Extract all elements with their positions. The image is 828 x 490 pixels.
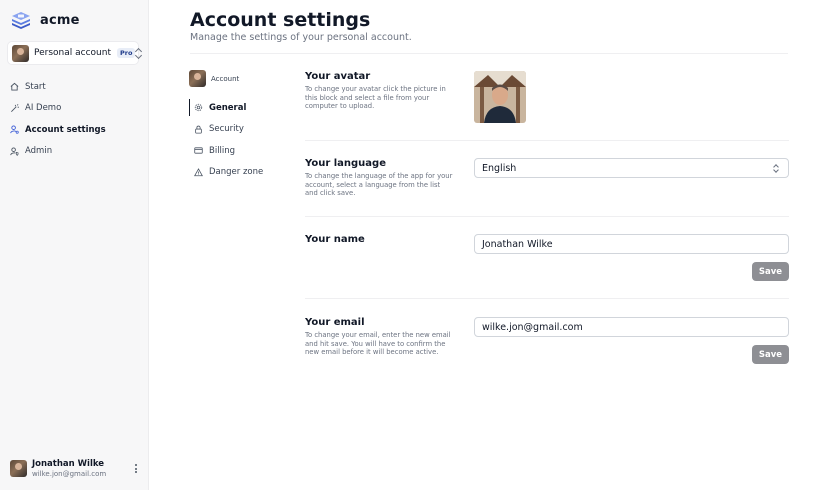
user-menu[interactable]: Jonathan Wilke wilke.jon@gmail.com <box>10 459 138 478</box>
user-shield-icon <box>10 147 19 156</box>
avatar <box>10 460 27 477</box>
account-switcher[interactable]: Personal account Pro <box>7 41 139 65</box>
plan-badge: Pro <box>116 48 136 58</box>
gear-icon <box>194 104 203 112</box>
avatar-image <box>474 71 526 123</box>
tab-label: Security <box>209 124 244 135</box>
language-select-value: English <box>482 162 517 174</box>
avatar <box>12 44 29 62</box>
section-description: To change the language of the app for yo… <box>305 172 453 197</box>
acme-logo-icon <box>12 12 30 29</box>
sidebar-item-start[interactable]: Start <box>10 76 140 98</box>
section-description: To change your email, enter the new emai… <box>305 331 451 356</box>
language-select[interactable]: English <box>474 158 789 178</box>
page-title: Account settings <box>190 9 371 31</box>
tab-billing[interactable]: Billing <box>189 140 289 162</box>
sidebar-item-label: Account settings <box>25 124 106 135</box>
main-nav: Start AI Demo Account settings Admin <box>10 76 140 162</box>
magic-wand-icon <box>11 103 19 112</box>
brand[interactable]: acme <box>10 10 80 30</box>
app-name: acme <box>40 12 80 28</box>
page-subtitle: Manage the settings of your personal acc… <box>190 32 412 43</box>
divider <box>305 140 789 141</box>
save-email-button[interactable]: Save <box>752 345 789 364</box>
divider <box>305 298 789 299</box>
user-email: wilke.jon@gmail.com <box>32 470 107 478</box>
sidebar-item-ai-demo[interactable]: AI Demo <box>10 98 140 120</box>
settings-nav: Account General Security Billing Danger … <box>189 70 289 183</box>
user-name: Jonathan Wilke <box>32 459 105 469</box>
email-input[interactable]: wilke.jon@gmail.com <box>474 317 789 337</box>
save-name-button[interactable]: Save <box>752 262 789 281</box>
more-vertical-icon[interactable] <box>135 464 138 473</box>
user-cog-icon <box>10 125 19 134</box>
settings-nav-account-label: Account <box>211 74 240 83</box>
divider <box>305 216 789 217</box>
tab-security[interactable]: Security <box>189 119 289 141</box>
email-input-value: wilke.jon@gmail.com <box>482 321 583 333</box>
chevron-up-down-icon <box>773 163 781 173</box>
tab-label: General <box>209 102 247 113</box>
sidebar-item-label: AI Demo <box>25 103 62 114</box>
sidebar-item-admin[interactable]: Admin <box>10 141 140 163</box>
avatar-section: Your avatar To change your avatar click … <box>305 71 789 111</box>
lock-icon <box>195 125 202 134</box>
user-info: Jonathan Wilke wilke.jon@gmail.com <box>32 459 106 478</box>
divider <box>190 53 788 54</box>
tab-general[interactable]: General <box>189 97 289 119</box>
sidebar-item-account-settings[interactable]: Account settings <box>10 119 140 141</box>
tab-label: Billing <box>209 145 236 156</box>
name-input-value: Jonathan Wilke <box>482 238 553 250</box>
account-switcher-label: Personal account <box>34 48 111 58</box>
sidebar-item-label: Start <box>25 81 46 92</box>
credit-card-icon <box>194 147 203 154</box>
home-icon <box>10 83 19 91</box>
section-description: To change your avatar click the picture … <box>305 85 446 110</box>
sidebar-item-label: Admin <box>25 146 53 157</box>
warning-icon <box>194 167 203 176</box>
avatar-upload[interactable] <box>474 71 526 123</box>
tab-danger-zone[interactable]: Danger zone <box>189 162 289 184</box>
tab-label: Danger zone <box>209 167 264 178</box>
section-title: Your avatar <box>305 71 371 82</box>
settings-nav-account: Account <box>189 70 289 87</box>
avatar <box>189 70 206 87</box>
name-input[interactable]: Jonathan Wilke <box>474 234 789 254</box>
sidebar: acme Personal account Pro Start AI Demo … <box>0 0 149 490</box>
